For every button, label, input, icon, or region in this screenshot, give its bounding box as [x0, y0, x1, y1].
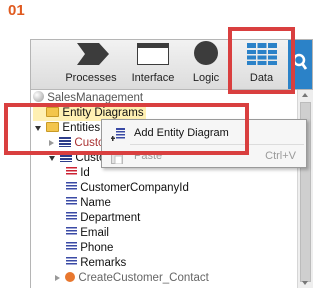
search-icon	[292, 53, 308, 76]
field-label: Phone	[80, 242, 114, 254]
collapse-arrow-icon[interactable]	[55, 275, 60, 281]
field-label: Email	[80, 227, 109, 239]
tree-field-remarks[interactable]: Remarks	[66, 256, 126, 271]
search-button[interactable]	[288, 40, 312, 89]
menu-item-label: Paste	[134, 150, 163, 162]
menu-item-paste[interactable]: Paste Ctrl+V	[102, 145, 306, 167]
tree-item-entities[interactable]: Entities	[33, 121, 100, 136]
tree-field-phone[interactable]: Phone	[66, 241, 113, 256]
data-icon	[247, 43, 277, 70]
tree-root-label: SalesManagement	[47, 92, 144, 104]
field-label: Name	[80, 197, 111, 209]
scroll-down-icon[interactable]	[302, 281, 308, 285]
scroll-up-icon[interactable]	[302, 93, 308, 97]
logic-label: Logic	[192, 72, 220, 84]
module-icon	[33, 91, 44, 102]
processes-label: Processes	[65, 72, 117, 84]
field-icon	[66, 182, 77, 191]
processes-icon	[77, 43, 109, 70]
menu-item-label: Add Entity Diagram	[134, 127, 229, 139]
data-label: Data	[249, 72, 274, 84]
step-number: 01	[8, 2, 25, 19]
entity-icon	[59, 137, 72, 147]
tree-item-next[interactable]: CreateCustomer_Contact	[53, 271, 209, 286]
logic-icon	[194, 41, 218, 70]
tree-field-customercompanyid[interactable]: CustomerCompanyId	[66, 181, 189, 196]
key-field-icon	[66, 167, 77, 176]
expand-arrow-icon[interactable]	[35, 126, 41, 131]
toolbar: Processes Interface Logic Data	[31, 40, 312, 90]
tree-field-name[interactable]: Name	[66, 196, 111, 211]
interface-icon	[137, 43, 169, 70]
folder-icon	[46, 107, 60, 117]
entity-icon	[60, 152, 73, 162]
logic-button[interactable]: Logic	[183, 40, 229, 89]
paste-icon	[111, 150, 123, 172]
data-button[interactable]: Data	[234, 40, 289, 89]
interface-label: Interface	[131, 72, 175, 84]
expand-arrow-icon[interactable]	[49, 156, 55, 161]
tree-root[interactable]: SalesManagement	[33, 91, 143, 106]
field-icon	[66, 197, 77, 206]
tree-field-email[interactable]: Email	[66, 226, 109, 241]
field-icon	[66, 257, 77, 266]
tree-next-label: CreateCustomer_Contact	[78, 272, 209, 284]
collapse-arrow-icon[interactable]	[49, 140, 54, 146]
tree-field-department[interactable]: Department	[66, 211, 140, 226]
entities-label: Entities	[62, 122, 101, 134]
interface-button[interactable]: Interface	[123, 40, 183, 89]
action-icon	[65, 272, 76, 282]
menu-item-add-entity-diagram[interactable]: Add Entity Diagram	[102, 122, 306, 144]
field-label: Id	[80, 167, 90, 179]
field-icon	[66, 227, 77, 236]
field-icon	[66, 242, 77, 251]
field-label: Department	[80, 212, 141, 224]
entity-diagrams-label: Entity Diagrams	[62, 107, 144, 119]
tree-field-id[interactable]: Id	[66, 166, 90, 181]
menu-item-shortcut: Ctrl+V	[265, 150, 296, 162]
field-icon	[66, 212, 77, 221]
processes-button[interactable]: Processes	[61, 40, 121, 89]
field-label: Remarks	[80, 257, 127, 269]
folder-icon	[46, 122, 60, 132]
context-menu: Add Entity Diagram Paste Ctrl+V	[101, 119, 307, 168]
field-label: CustomerCompanyId	[80, 182, 189, 194]
